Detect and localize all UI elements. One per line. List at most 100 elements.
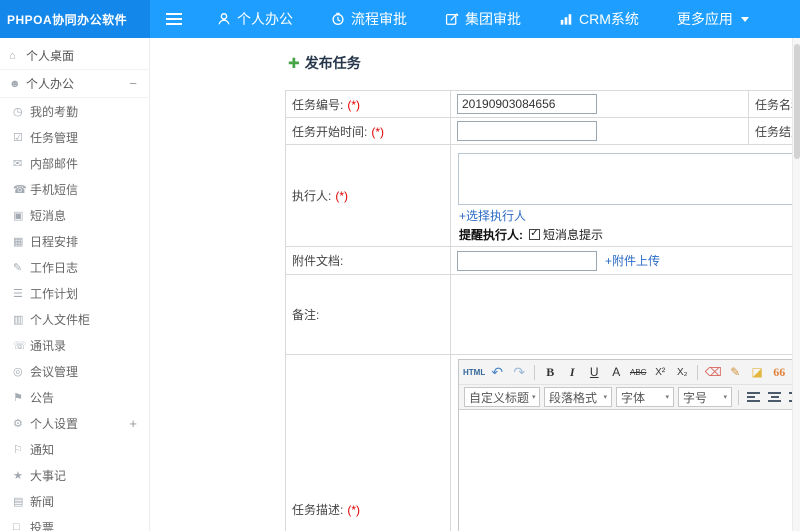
sidebar-item-label: 我的考勤 <box>30 104 79 119</box>
sidebar-item-work-plan[interactable]: ☰ 工作计划 <box>0 280 149 306</box>
italic-button[interactable]: I <box>562 362 582 382</box>
font-border-button[interactable]: A <box>606 362 626 382</box>
custom-title-dropdown[interactable]: 自定义标题 ▾ <box>464 387 540 407</box>
align-left-button[interactable] <box>747 391 760 404</box>
chevron-down-icon: ▾ <box>532 394 536 401</box>
nav-item-personal-office[interactable]: 个人办公 <box>198 0 312 38</box>
underline-button[interactable]: U <box>584 362 604 382</box>
subscript-button[interactable]: X₂ <box>672 362 692 382</box>
sidebar-item-work-log[interactable]: ✎ 工作日志 <box>0 254 149 280</box>
sidebar-item-meeting-management[interactable]: ◎ 会议管理 <box>0 358 149 384</box>
editor-toolbar-row2: 自定义标题 ▾ 段落格式 ▾ 字体 ▾ 字号 ▾ <box>459 385 799 410</box>
attachment-input[interactable] <box>457 250 597 271</box>
sidebar-item-personal-desktop[interactable]: ⌂ 个人桌面 <box>0 42 149 70</box>
format-brush-button[interactable]: ✎ <box>725 362 745 382</box>
choose-executor-link[interactable]: +选择执行人 <box>459 209 526 223</box>
sidebar-item-label: 内部邮件 <box>30 156 79 171</box>
log-icon: ✎ <box>13 261 23 274</box>
nav-item-crm-system[interactable]: CRM系统 <box>540 0 658 38</box>
sidebar-item-personal-file-cabinet[interactable]: ▥ 个人文件柜 <box>0 306 149 332</box>
start-time-input[interactable] <box>457 121 597 141</box>
news-icon: ▤ <box>13 495 24 508</box>
nav-item-more-apps[interactable]: 更多应用 <box>658 0 768 38</box>
remark-cell[interactable] <box>450 274 800 355</box>
nav-item-process-approval[interactable]: 流程审批 <box>312 0 426 38</box>
dropdown-label: 字号 <box>683 390 708 405</box>
task-description-cell: HTML↶↷BIUAABCX²X₂⌫✎◪66A▾ 自定义标题▾段落格式▾字体▾字… <box>450 354 800 531</box>
blockquote-button[interactable]: 66 <box>769 362 789 382</box>
background-color-button[interactable]: ◪ <box>747 362 767 382</box>
expand-toggle-icon[interactable]: + <box>129 416 137 431</box>
task-no-input[interactable] <box>457 94 597 114</box>
executor-textarea[interactable] <box>458 152 794 205</box>
sidebar-item-label: 会议管理 <box>30 364 79 379</box>
attachment-upload-link[interactable]: +附件上传 <box>605 252 660 269</box>
sidebar-item-my-attendance[interactable]: ◷ 我的考勤 <box>0 98 149 124</box>
start-time-label: 任务开始时间: (*) <box>285 117 451 145</box>
mail-icon: ✉ <box>13 157 23 170</box>
eraser-button[interactable]: ⌫ <box>703 362 723 382</box>
sidebar-item-contacts[interactable]: ☏ 通讯录 <box>0 332 149 358</box>
sidebar-item-vote[interactable]: □ 投票 <box>0 514 149 531</box>
undo-button[interactable]: ↶ <box>487 362 507 382</box>
chevron-down-icon <box>740 16 749 22</box>
align-center-button[interactable] <box>768 391 781 404</box>
strikethrough-button[interactable]: ABC <box>628 362 648 382</box>
dropdown-label: 字体 <box>621 390 646 405</box>
sidebar-item-label: 工作日志 <box>30 260 79 275</box>
paragraph-format-dropdown[interactable]: 段落格式 ▾ <box>544 387 612 407</box>
task-no-label: 任务编号: (*) <box>285 90 451 118</box>
sidebar-item-events[interactable]: ★ 大事记 <box>0 462 149 488</box>
main-content: 发布任务 任务编号:(*) 任务名称:(*) 任务开始时间:(*) 任务结束时间… <box>150 38 800 531</box>
sidebar-item-schedule[interactable]: ▦ 日程安排 <box>0 228 149 254</box>
sidebar-item-announcement[interactable]: ⚑ 公告 <box>0 384 149 410</box>
sidebar-item-label: 个人桌面 <box>26 49 75 63</box>
sidebar-item-personal-settings[interactable]: ⚙ 个人设置 + <box>0 410 149 436</box>
contacts-icon: ☏ <box>13 339 27 352</box>
sidebar-item-personal-office[interactable]: ☻ 个人办公 − <box>0 70 149 98</box>
toolbar-separator <box>534 364 536 380</box>
superscript-button[interactable]: X² <box>650 362 670 382</box>
sidebar-item-label: 工作计划 <box>30 286 79 301</box>
sidebar-item-news[interactable]: ▤ 新闻 <box>0 488 149 514</box>
nav-item-group-approval[interactable]: 集团审批 <box>426 0 540 38</box>
attendance-icon: ◷ <box>13 105 23 118</box>
toolbar-separator <box>697 364 699 380</box>
vertical-scrollbar[interactable] <box>792 38 800 531</box>
sidebar-item-label: 个人办公 <box>26 77 75 91</box>
redo-button[interactable]: ↷ <box>509 362 529 382</box>
publish-task-form: 任务编号:(*) 任务名称:(*) 任务开始时间:(*) 任务结束时间:(*) … <box>285 90 800 531</box>
sidebar-item-short-message[interactable]: ▣ 短消息 <box>0 202 149 228</box>
font-family-dropdown[interactable]: 字体 ▾ <box>616 387 674 407</box>
nav-item-label: 流程审批 <box>351 11 407 27</box>
sidebar-item-label: 短消息 <box>30 208 67 223</box>
source-code-button[interactable]: HTML <box>463 362 485 382</box>
sidebar-item-notification[interactable]: ⚐ 通知 <box>0 436 149 462</box>
events-icon: ★ <box>13 469 23 482</box>
chevron-down-icon: ▾ <box>665 394 669 401</box>
expand-toggle-icon[interactable]: − <box>129 76 137 91</box>
attachment-label: 附件文档: <box>285 246 451 275</box>
sms-remind-checkbox[interactable] <box>529 228 540 240</box>
task-no-cell <box>450 90 749 118</box>
meeting-icon: ◎ <box>13 365 23 378</box>
nav-item-label: 集团审批 <box>465 11 521 27</box>
hamburger-icon <box>166 13 182 25</box>
sms-icon: ☎ <box>13 183 27 196</box>
sidebar-item-task-management[interactable]: ☑ 任务管理 <box>0 124 149 150</box>
chevron-down-icon: ▾ <box>723 394 727 401</box>
bold-button[interactable]: B <box>540 362 560 382</box>
rich-text-editor: HTML↶↷BIUAABCX²X₂⌫✎◪66A▾ 自定义标题▾段落格式▾字体▾字… <box>458 359 800 531</box>
font-size-dropdown[interactable]: 字号 ▾ <box>678 387 732 407</box>
menu-toggle-button[interactable] <box>150 0 198 38</box>
sidebar-item-internal-mail[interactable]: ✉ 内部邮件 <box>0 150 149 176</box>
sidebar-item-label: 任务管理 <box>30 130 79 145</box>
topbar-nav: 个人办公 流程审批 集团审批 CRM系统 更多应用 <box>198 0 768 38</box>
executor-label: 执行人: (*) <box>285 144 451 247</box>
editor-toolbar-row1: HTML↶↷BIUAABCX²X₂⌫✎◪66A▾ <box>459 360 799 385</box>
sidebar-item-label: 公告 <box>30 390 55 405</box>
editor-content-area[interactable] <box>459 410 799 531</box>
toolbar-separator <box>738 389 739 405</box>
scrollbar-thumb[interactable] <box>794 44 800 159</box>
sidebar-item-mobile-sms[interactable]: ☎ 手机短信 <box>0 176 149 202</box>
